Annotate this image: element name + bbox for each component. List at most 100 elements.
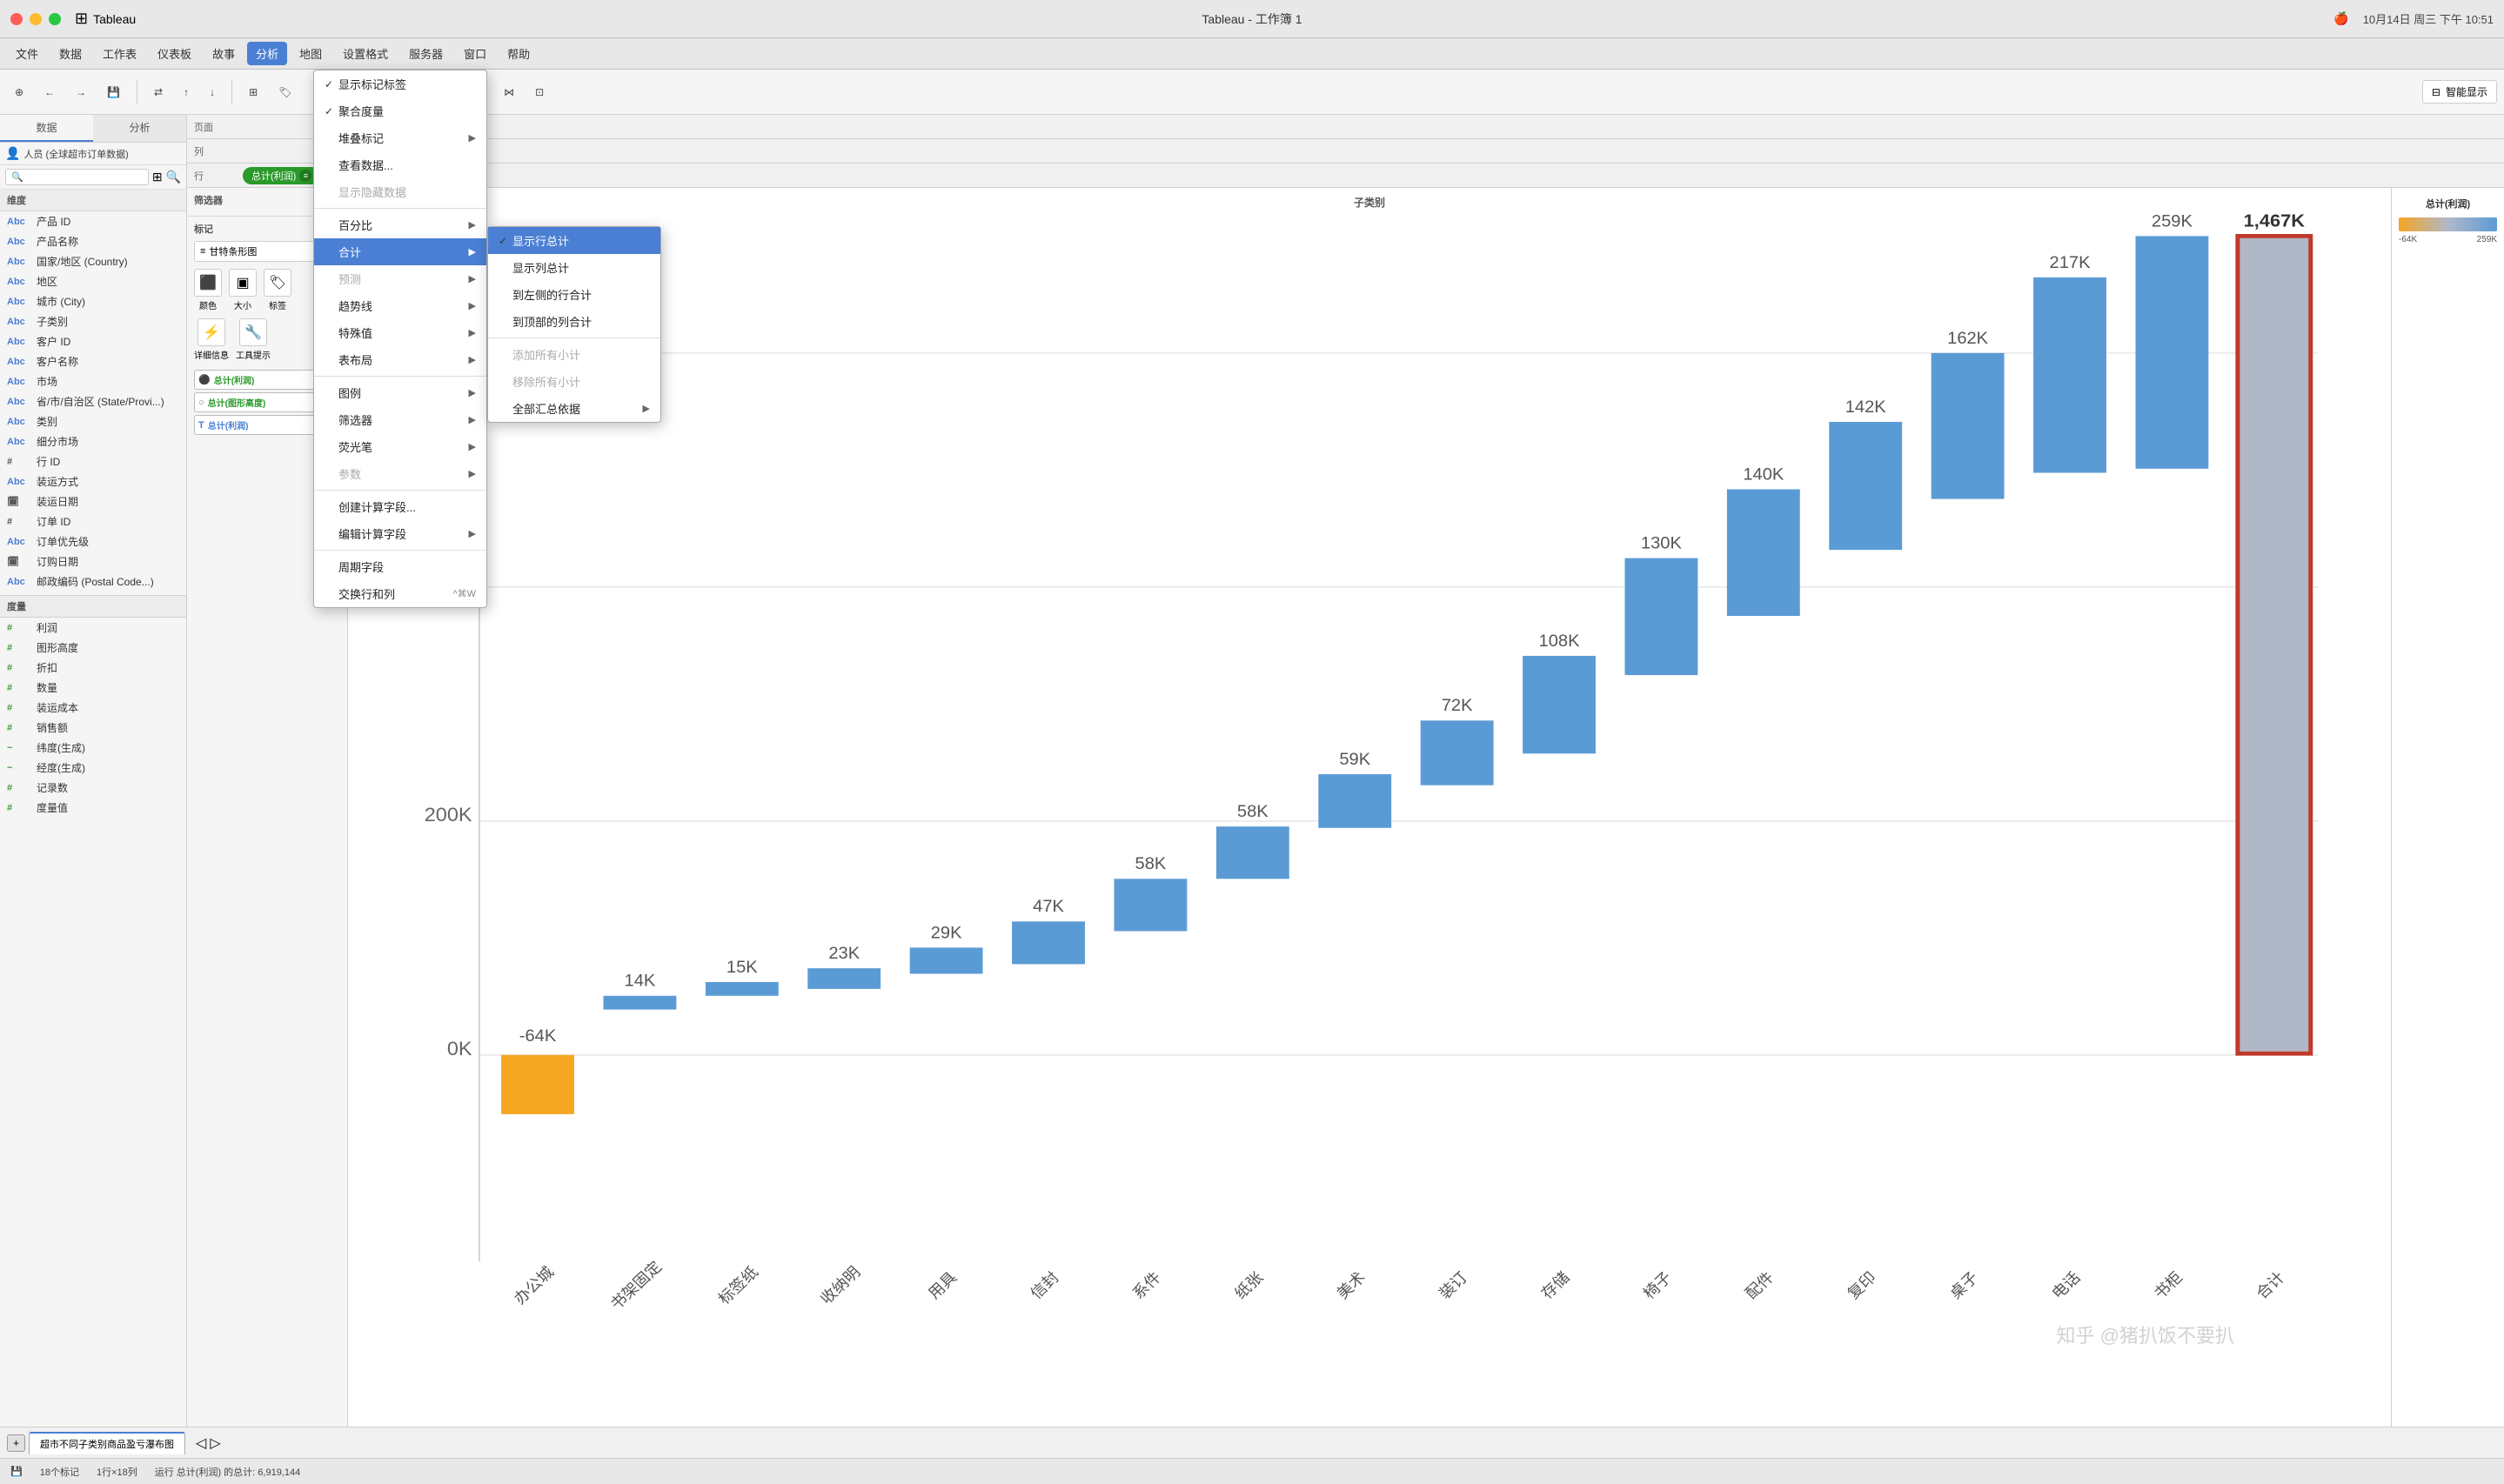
menu-story[interactable]: 故事: [204, 42, 244, 65]
close-button[interactable]: [10, 13, 23, 25]
grid-view-icon[interactable]: ⊞: [152, 170, 163, 184]
svg-text:29K: 29K: [931, 924, 962, 942]
sheet-right-icon[interactable]: ▷: [210, 1434, 220, 1452]
field-latitude[interactable]: ~ 纬度(生成): [0, 738, 186, 758]
field-subcategory[interactable]: Abc 子类别: [0, 311, 186, 331]
fit-button[interactable]: ⊡: [527, 82, 552, 103]
menu-totals[interactable]: 合计 ▶: [314, 238, 486, 265]
field-ship-mode[interactable]: Abc 装运方式: [0, 471, 186, 491]
field-quantity[interactable]: # 数量: [0, 678, 186, 698]
menu-stack-marks[interactable]: 堆叠标记 ▶: [314, 124, 486, 151]
fit-icon: ⊡: [535, 86, 544, 98]
sheet-left-icon[interactable]: ◁: [196, 1434, 206, 1452]
back-icon: ←: [44, 86, 55, 98]
menu-table-layout[interactable]: 表布局 ▶: [314, 346, 486, 373]
field-row-id[interactable]: # 行 ID: [0, 451, 186, 471]
group-button[interactable]: ⊞: [241, 82, 265, 103]
field-category[interactable]: Abc 类别: [0, 411, 186, 431]
submenu-row-total-left[interactable]: 到左侧的行合计: [488, 281, 660, 308]
menu-legend[interactable]: 图例 ▶: [314, 379, 486, 406]
menu-cycle-fields[interactable]: 周期字段: [314, 553, 486, 580]
field-order-date[interactable]: 🗓 订购日期: [0, 551, 186, 572]
menu-aggregate[interactable]: ✓ 聚合度量: [314, 97, 486, 124]
add-sheet-icon[interactable]: +: [7, 1434, 25, 1452]
label-button[interactable]: 🏷: [271, 82, 299, 103]
maximize-button[interactable]: [49, 13, 61, 25]
menu-worksheet[interactable]: 工作表: [94, 42, 145, 65]
field-postal-code[interactable]: Abc 邮政编码 (Postal Code...): [0, 572, 186, 592]
menu-parameter: 参数 ▶: [314, 460, 486, 487]
menu-show-mark-labels[interactable]: ✓ 显示标记标签: [314, 70, 486, 97]
menu-edit-calc-field[interactable]: 编辑计算字段 ▶: [314, 520, 486, 547]
field-city[interactable]: Abc 城市 (City): [0, 291, 186, 311]
field-customer-id[interactable]: Abc 客户 ID: [0, 331, 186, 351]
field-discount[interactable]: # 折扣: [0, 658, 186, 678]
menu-trend-line[interactable]: 趋势线 ▶: [314, 292, 486, 319]
menu-format[interactable]: 设置格式: [334, 42, 397, 65]
menu-percentage[interactable]: 百分比 ▶: [314, 211, 486, 238]
legend-arrow: ▶: [469, 387, 476, 398]
svg-text:装订: 装订: [1436, 1268, 1471, 1301]
svg-text:配件: 配件: [1742, 1268, 1778, 1301]
menu-file[interactable]: 文件: [7, 42, 47, 65]
sort-asc-button[interactable]: ↑: [176, 82, 197, 103]
measures-header: 度量: [0, 595, 186, 618]
menu-window[interactable]: 窗口: [455, 42, 495, 65]
minimize-button[interactable]: [30, 13, 42, 25]
smart-display-button[interactable]: ⊟ 智能显示: [2422, 80, 2497, 104]
detail-mark-btn[interactable]: ⚡ 详细信息: [194, 318, 229, 361]
forward-button[interactable]: →: [68, 82, 94, 103]
menu-filter[interactable]: 筛选器 ▶: [314, 406, 486, 433]
search-box[interactable]: 🔍: [5, 169, 149, 185]
size-mark-btn[interactable]: ▣ 大小: [229, 269, 257, 311]
label-mark-btn[interactable]: 🏷 标签: [264, 269, 291, 311]
back-button[interactable]: ←: [37, 82, 63, 103]
menu-data[interactable]: 数据: [50, 42, 90, 65]
field-order-id[interactable]: # 订单 ID: [0, 511, 186, 531]
sheet-tab-active[interactable]: 超市不同子类别商品盈亏瀑布图: [29, 1432, 185, 1454]
submenu-show-row-totals[interactable]: ✓ 显示行总计: [488, 227, 660, 254]
sort-desc-button[interactable]: ↓: [202, 82, 223, 103]
save-button[interactable]: 💾: [99, 82, 128, 103]
field-ship-date[interactable]: 🗓 装运日期: [0, 491, 186, 511]
field-measure-value[interactable]: # 度量值: [0, 798, 186, 818]
tab-analysis[interactable]: 分析: [93, 115, 186, 142]
submenu-summarize-by[interactable]: 全部汇总依据 ▶: [488, 395, 660, 422]
menu-help[interactable]: 帮助: [499, 42, 539, 65]
field-segment[interactable]: Abc 细分市场: [0, 431, 186, 451]
field-shipping-cost[interactable]: # 装运成本: [0, 698, 186, 718]
field-country[interactable]: Abc 国家/地区 (Country): [0, 251, 186, 271]
menu-analysis[interactable]: 分析: [247, 42, 287, 65]
menu-server[interactable]: 服务器: [400, 42, 452, 65]
field-product-id[interactable]: Abc 产品 ID: [0, 211, 186, 231]
color-mark-btn[interactable]: ⬛ 颜色: [194, 269, 222, 311]
menu-map[interactable]: 地图: [291, 42, 331, 65]
field-customer-name[interactable]: Abc 客户名称: [0, 351, 186, 371]
field-record-count[interactable]: # 记录数: [0, 778, 186, 798]
tab-data[interactable]: 数据: [0, 115, 93, 142]
field-longitude[interactable]: ~ 经度(生成): [0, 758, 186, 778]
datasource-label[interactable]: 人员 (全球超市订单数据): [23, 147, 128, 161]
field-sales[interactable]: # 销售额: [0, 718, 186, 738]
submenu-show-col-totals[interactable]: 显示列总计: [488, 254, 660, 281]
tooltip-mark-btn[interactable]: 🔧 工具提示: [236, 318, 271, 361]
field-market[interactable]: Abc 市场: [0, 371, 186, 391]
field-profit[interactable]: # 利润: [0, 618, 186, 638]
field-product-name[interactable]: Abc 产品名称: [0, 231, 186, 251]
menu-create-calc-field[interactable]: 创建计算字段...: [314, 493, 486, 520]
field-state[interactable]: Abc 省/市/自治区 (State/Provi...): [0, 391, 186, 411]
share-button[interactable]: ⋈: [496, 82, 522, 103]
swap-button[interactable]: ⇄: [146, 82, 171, 103]
new-button[interactable]: ⊕: [7, 82, 31, 103]
field-region[interactable]: Abc 地区: [0, 271, 186, 291]
rows-pill-1[interactable]: 总计(利润) ≡: [243, 167, 320, 184]
field-shape-height[interactable]: # 图形高度: [0, 638, 186, 658]
menu-highlighter[interactable]: 荧光笔 ▶: [314, 433, 486, 460]
menu-view-data[interactable]: 查看数据...: [314, 151, 486, 178]
menu-dashboard[interactable]: 仪表板: [149, 42, 200, 65]
submenu-col-total-top[interactable]: 到顶部的列合计: [488, 308, 660, 335]
list-view-icon[interactable]: 🔍: [166, 170, 181, 184]
field-order-priority[interactable]: Abc 订单优先级: [0, 531, 186, 551]
menu-swap-rows-cols[interactable]: 交换行和列 ^⌘W: [314, 580, 486, 607]
menu-special-values[interactable]: 特殊值 ▶: [314, 319, 486, 346]
